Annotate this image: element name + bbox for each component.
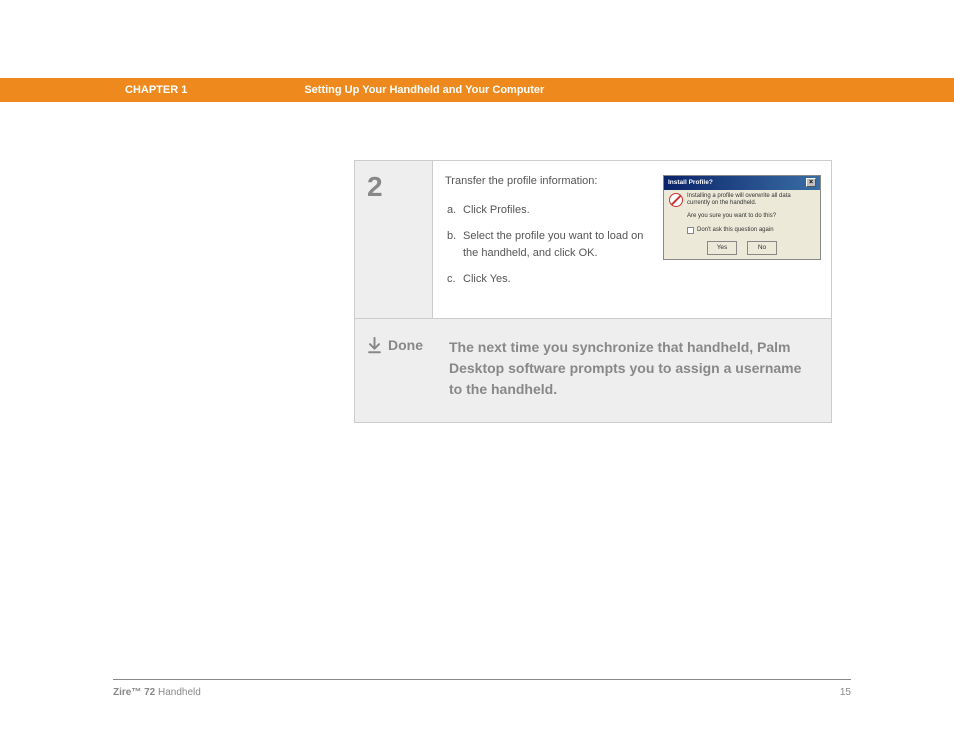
dialog-content: Installing a profile will overwrite all … [664,190,820,210]
dialog-titlebar: Install Profile? × [664,176,820,190]
chapter-title: Setting Up Your Handheld and Your Comput… [304,84,544,96]
yes-button[interactable]: Yes [707,241,737,255]
dialog-message: Installing a profile will overwrite all … [687,193,815,207]
step-item-b: b. Select the profile you want to load o… [445,228,655,261]
page-number: 15 [840,687,851,698]
no-button[interactable]: No [747,241,777,255]
dialog-question: Are you sure you want to do this? [664,210,820,223]
step-number: 2 [355,161,433,318]
step-item-c: c. Click Yes. [445,271,655,288]
step-item-text: Select the profile you want to load on t… [463,228,655,261]
footer: Zire™ 72 Handheld 15 [113,687,851,698]
step-item-text: Click Yes. [463,271,511,288]
dialog-title-text: Install Profile? [668,178,713,188]
done-marker: Done [367,337,433,400]
step-body: Transfer the profile information: a. Cli… [433,161,831,318]
step-content-box: 2 Transfer the profile information: a. C… [354,160,832,423]
chapter-label: CHAPTER 1 [125,84,187,96]
step-item-a: a. Click Profiles. [445,202,655,219]
step-letter: b. [447,228,463,261]
done-label: Done [388,337,423,353]
product-bold: Zire™ 72 [113,687,155,698]
close-icon[interactable]: × [806,178,816,187]
step-item-text: Click Profiles. [463,202,530,219]
chapter-header: CHAPTER 1 Setting Up Your Handheld and Y… [0,78,954,102]
done-text: The next time you synchronize that handh… [449,337,813,400]
install-profile-dialog: Install Profile? × Installing a profile … [663,175,821,260]
dialog-checkbox-row: Don't ask this question again [664,223,820,237]
dialog-buttons: Yes No [664,237,820,258]
done-row: Done The next time you synchronize that … [355,318,831,422]
step-intro: Transfer the profile information: [445,173,655,190]
product-name: Zire™ 72 Handheld [113,687,201,698]
download-done-icon [367,337,382,355]
checkbox-label: Don't ask this question again [697,226,774,235]
footer-rule [113,679,851,680]
checkbox[interactable] [687,227,694,234]
prohibit-icon [669,193,683,207]
product-rest: Handheld [155,687,201,698]
step-row: 2 Transfer the profile information: a. C… [355,161,831,318]
step-instructions: Transfer the profile information: a. Cli… [445,173,663,298]
step-letter: c. [447,271,463,288]
step-letter: a. [447,202,463,219]
